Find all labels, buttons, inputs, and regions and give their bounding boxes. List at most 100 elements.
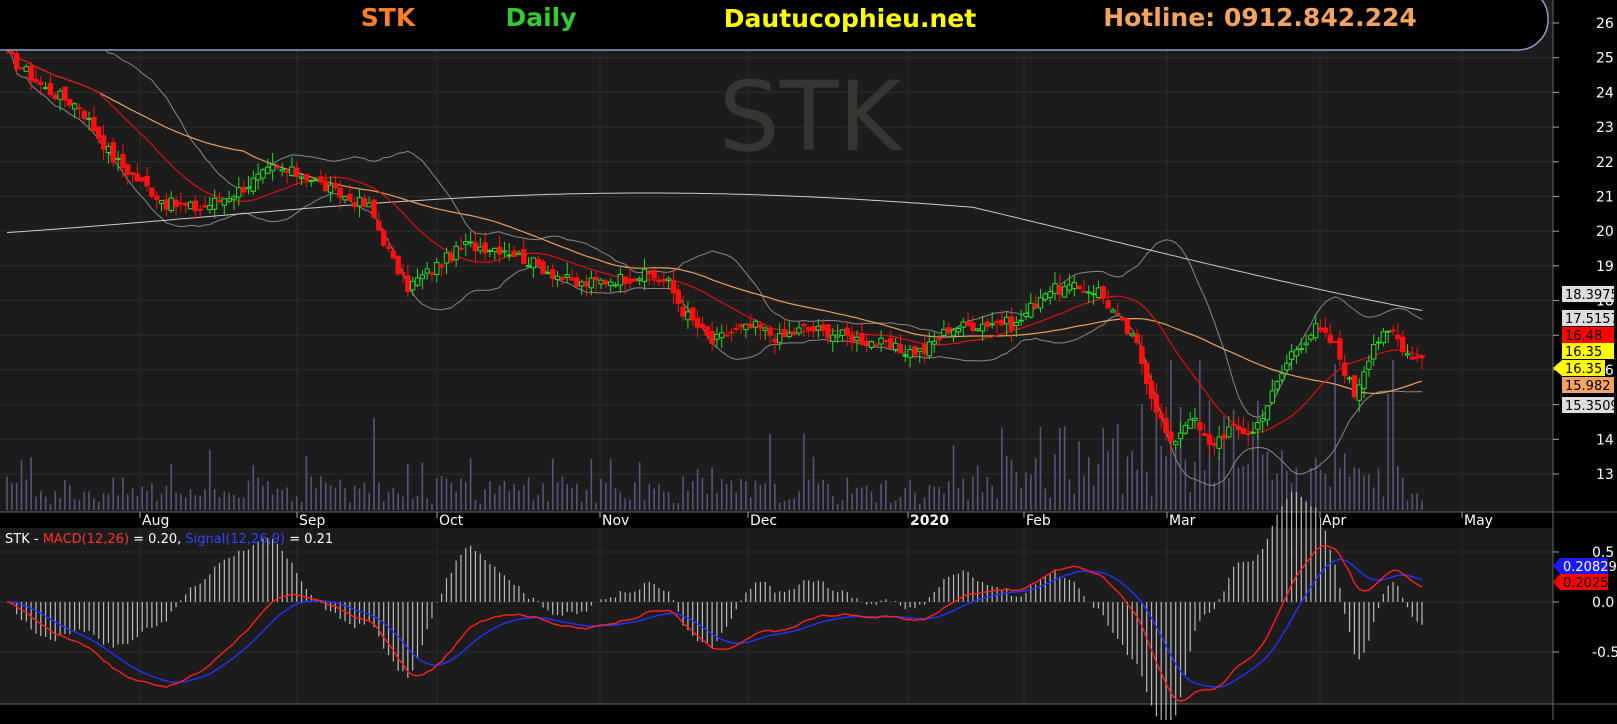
volume-bar [440,476,443,510]
volume-bar [1155,413,1158,510]
volume-bar [996,498,998,510]
volume-bar [498,485,501,510]
volume-bar [204,489,206,510]
volume-bar [97,501,100,510]
candle-body [419,274,426,280]
volume-bar [769,433,771,510]
volume-bar [952,445,955,510]
volume-bar [725,483,728,510]
volume-bar [247,480,250,510]
candle-body [400,272,406,275]
candle-body [757,324,764,329]
candle-body [738,324,744,328]
candle-body [888,338,894,349]
candle-body [897,344,904,354]
volume-bar [662,491,665,510]
volume-bar [228,493,230,510]
candle-body [603,280,609,285]
candle-body [1351,375,1358,398]
y-tick-label: 20 [1596,224,1614,240]
volume-bar [653,488,655,510]
candle-body [607,281,614,286]
volume-bar [64,480,66,510]
volume-bar [141,486,144,510]
volume-bar [1358,468,1361,510]
candle-body [110,141,116,163]
candle-body [57,90,63,100]
candle-body [960,321,966,328]
candle-body [1390,329,1396,332]
chart-svg: STK STK Daily Dautucophieu.net Hotline: … [0,0,1617,724]
candle-body [632,278,638,282]
volume-bar [605,483,607,510]
candle-body [1313,323,1319,339]
y-tick-label: 22 [1596,155,1614,171]
candle-body [134,173,141,182]
volume-bar [547,501,549,510]
volume-bar [551,458,554,510]
candle-body [574,277,580,287]
x-tick-label: Feb [1026,513,1051,529]
volume-bar [479,503,482,510]
candle-body [144,176,150,187]
volume-bar [489,481,491,510]
candle-body [76,107,83,110]
volume-bar [720,478,723,510]
candle-body [1177,432,1184,440]
volume-bar [1194,462,1196,510]
signal-legend-label: Signal(12,26,9) [185,532,285,547]
volume-bar [1281,450,1283,510]
candle-body [873,344,879,347]
candle-body [294,167,300,177]
volume-bar [281,490,284,510]
candle-body [1071,282,1077,290]
volume-bar [213,488,216,510]
volume-bar [1160,445,1163,510]
volume-bar [793,498,795,510]
y-tick-label: 21 [1596,189,1614,205]
candle-body [892,342,899,351]
candle-body [854,336,860,341]
volume-bar [701,477,704,510]
watermark: STK [719,61,904,173]
candle-body [868,341,875,348]
candle-body [521,249,527,264]
candle-body [226,198,232,202]
volume-bar [276,488,279,510]
x-tick-label: Apr [1322,513,1346,529]
volume-bar [629,499,631,510]
volume-bar [1121,494,1124,510]
volume-bar [817,483,820,510]
volume-bar [580,501,583,510]
volume-bar [30,457,32,510]
volume-bar [363,483,366,510]
candle-body [42,86,49,90]
volume-bar [827,484,829,510]
volume-bar [1165,456,1167,510]
volume-bar [967,499,969,510]
volume-bar [783,500,786,510]
candle-body [139,177,145,182]
volume-bar [445,478,448,510]
x-tick-label: Oct [439,513,464,529]
candle-body [1086,291,1092,294]
candle-body [999,319,1005,326]
candle-body [728,331,735,334]
candle-body [974,328,981,331]
candle-body [154,195,160,200]
volume-bar [40,491,42,510]
volume-bar [450,483,453,510]
price-tag-label: 15.982 [1565,379,1611,394]
volume-bar [407,463,409,510]
price-tag-label: 15.3509 [1565,399,1617,414]
candle-body [323,180,329,192]
volume-bar [291,500,293,510]
candle-body [463,241,469,246]
volume-bar [609,459,612,510]
candle-body [47,83,54,96]
candle-body [28,65,34,81]
volume-bar [397,492,399,510]
candle-body [81,110,87,120]
volume-bar [1343,453,1346,510]
volume-bar [1150,495,1153,510]
